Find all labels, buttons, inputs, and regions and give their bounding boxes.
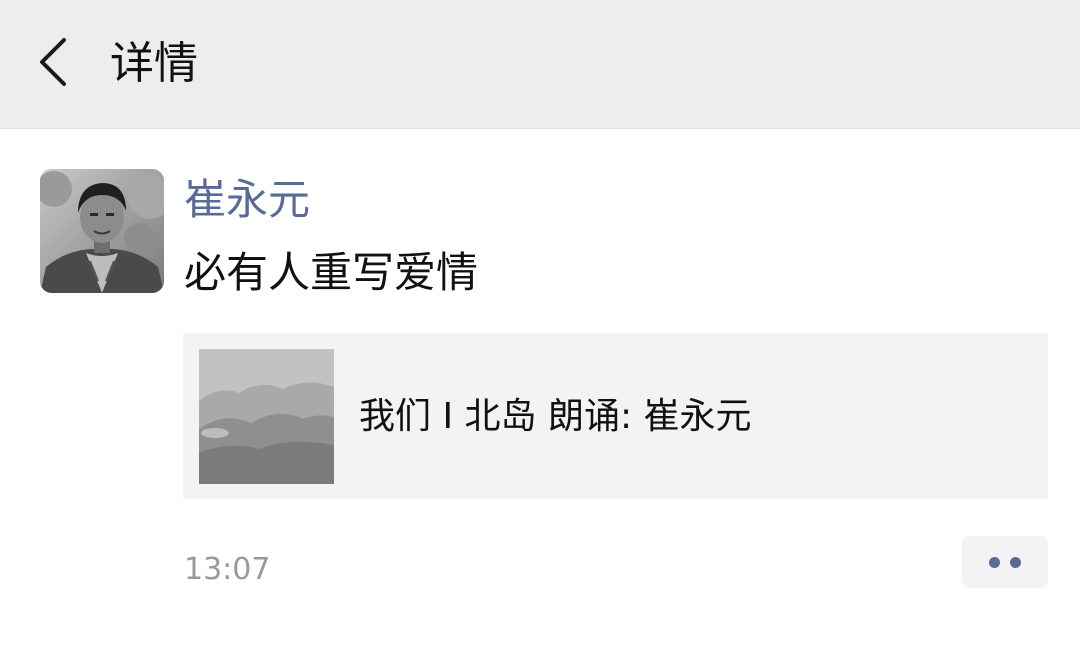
- back-button[interactable]: [22, 30, 86, 98]
- header-bar: 详情: [0, 0, 1080, 129]
- share-title: 我们 I 北岛 朗诵: 崔永元: [359, 396, 752, 437]
- chevron-left-icon: [34, 34, 74, 94]
- share-thumbnail: [199, 349, 334, 484]
- page-title: 详情: [110, 38, 198, 89]
- post-text: 必有人重写爱情: [184, 248, 479, 297]
- avatar[interactable]: [40, 169, 164, 293]
- post-timestamp: 13:07: [184, 552, 271, 587]
- more-button[interactable]: [962, 536, 1048, 588]
- moments-detail-page: 详情 崔永元 必有人重写爱情 我们 I 北岛 朗诵: 崔永元 13:07: [0, 0, 1080, 652]
- author-name[interactable]: 崔永元: [184, 174, 310, 226]
- shared-link-card[interactable]: 我们 I 北岛 朗诵: 崔永元: [183, 333, 1048, 499]
